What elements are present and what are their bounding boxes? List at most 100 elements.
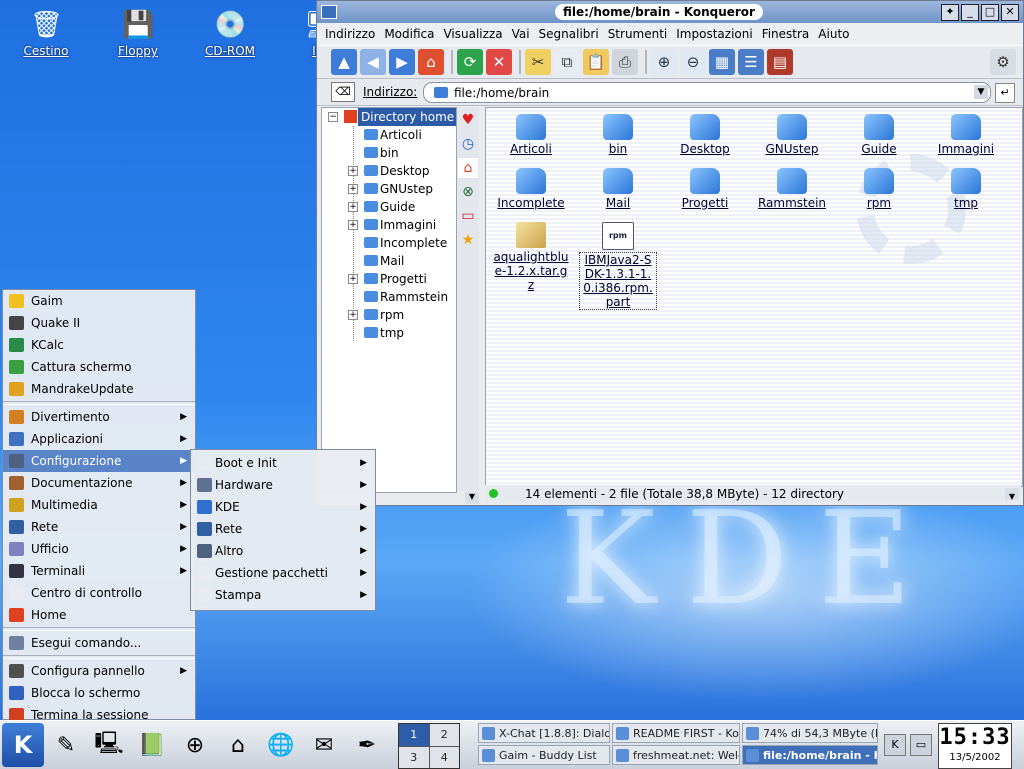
file-item[interactable]: Immagini <box>923 112 1009 156</box>
tree-item[interactable]: Articoli <box>322 126 456 144</box>
expand-icon[interactable]: + <box>348 184 358 194</box>
icon-view-button[interactable]: ▦ <box>709 49 735 75</box>
tray-icon[interactable]: K <box>884 734 906 756</box>
tree-item[interactable]: + Immagini <box>322 216 456 234</box>
tree-item[interactable]: + Progetti <box>322 270 456 288</box>
submenu-item[interactable]: Altro ▶ <box>191 540 375 562</box>
tree-item[interactable]: + rpm <box>322 306 456 324</box>
launcher-icon[interactable]: 🌐 <box>263 727 299 763</box>
list-view-button[interactable]: ☰ <box>738 49 764 75</box>
minimize-button[interactable]: _ <box>961 4 979 21</box>
k-menu-button[interactable]: K <box>2 723 44 767</box>
expand-icon[interactable]: + <box>348 202 358 212</box>
launcher-icon[interactable]: ✉ <box>306 727 342 763</box>
k-menu-item[interactable]: Configurazione ▶ <box>3 450 195 472</box>
taskbar-task[interactable]: 74% di 54,3 MByte (E <box>742 723 878 743</box>
tree-item[interactable]: Mail <box>322 252 456 270</box>
address-input[interactable]: file:/home/brain ▼ <box>423 82 991 103</box>
desktop-icon[interactable]: 🗑 Cestino <box>6 6 86 58</box>
tree-item[interactable]: + Desktop <box>322 162 456 180</box>
submenu-item[interactable]: KDE ▶ <box>191 496 375 518</box>
k-menu-item[interactable]: KCalc <box>3 334 195 356</box>
tree-item[interactable]: Incomplete <box>322 234 456 252</box>
file-item[interactable]: Progetti <box>662 166 748 210</box>
menu-item[interactable]: Impostazioni <box>676 27 752 41</box>
taskbar-task[interactable]: Gaim - Buddy List <box>478 745 610 765</box>
file-item[interactable]: tmp <box>923 166 1009 210</box>
clear-location-button[interactable]: ⌫ <box>331 82 355 102</box>
print-button[interactable]: ⎙ <box>612 49 638 75</box>
file-item[interactable]: Articoli <box>488 112 574 156</box>
taskbar-task[interactable]: X-Chat [1.8.8]: Dialog <box>478 723 610 743</box>
bookmarks-heart-icon[interactable]: ♥ <box>458 110 478 130</box>
launcher-icon[interactable]: ✎ <box>48 727 84 763</box>
tree-item[interactable]: Rammstein <box>322 288 456 306</box>
expand-icon[interactable]: + <box>348 310 358 320</box>
tray-icon[interactable]: ▭ <box>910 734 932 756</box>
k-menu-item[interactable]: Applicazioni ▶ <box>3 428 195 450</box>
taskbar-task[interactable]: file:/home/brain - Ko <box>742 745 878 765</box>
submenu-item[interactable]: Stampa ▶ <box>191 584 375 606</box>
maximize-button[interactable]: □ <box>981 4 999 21</box>
title-bar[interactable]: file:/home/brain - Konqueror ✦ _ □ ✕ <box>317 1 1023 23</box>
desktop-icon[interactable]: 💿 CD-ROM <box>190 6 270 58</box>
menu-item[interactable]: Vai <box>512 27 530 41</box>
k-menu-item[interactable]: Cattura schermo <box>3 356 195 378</box>
stop-button[interactable]: ✕ <box>486 49 512 75</box>
sticky-button[interactable]: ✦ <box>941 4 959 21</box>
back-button[interactable]: ◀ <box>360 49 386 75</box>
k-menu-item[interactable]: Gaim <box>3 290 195 312</box>
network-icon[interactable]: ⊗ <box>458 182 478 202</box>
copy-button[interactable]: ⧉ <box>554 49 580 75</box>
k-menu-item[interactable]: Terminali ▶ <box>3 560 195 582</box>
launcher-icon[interactable]: ⊕ <box>177 727 213 763</box>
file-item[interactable]: Desktop <box>662 112 748 156</box>
file-item[interactable]: Mail <box>575 166 661 210</box>
home-icon[interactable]: ⌂ <box>458 158 478 178</box>
launcher-icon[interactable]: 🖳 <box>91 727 127 763</box>
pager-desktop[interactable]: 2 <box>429 724 459 746</box>
clock[interactable]: 15:33 13/5/2002 <box>938 723 1012 769</box>
k-menu-item[interactable]: Home <box>3 604 195 626</box>
pager-desktop[interactable]: 4 <box>429 746 459 768</box>
tree-item[interactable]: bin <box>322 144 456 162</box>
file-item[interactable]: Guide <box>836 112 922 156</box>
file-item[interactable]: Rammstein <box>749 166 835 210</box>
file-item[interactable]: rpm <box>836 166 922 210</box>
expand-icon[interactable]: + <box>348 274 358 284</box>
expand-icon[interactable]: + <box>348 220 358 230</box>
submenu-item[interactable]: Boot e Init ▶ <box>191 452 375 474</box>
view-scroll-down[interactable]: ▼ <box>1005 488 1019 501</box>
k-menu-item[interactable]: Quake II <box>3 312 195 334</box>
file-item[interactable]: GNUstep <box>749 112 835 156</box>
cut-button[interactable]: ✂ <box>525 49 551 75</box>
menu-item[interactable]: Visualizza <box>443 27 502 41</box>
menu-item[interactable]: Aiuto <box>818 27 849 41</box>
home-button[interactable]: ⌂ <box>418 49 444 75</box>
tree-root[interactable]: − Directory home <box>322 108 456 126</box>
gear-icon[interactable]: ⚙ <box>990 49 1016 75</box>
file-item[interactable]: aqualightblue-1.2.x.tar.gz <box>488 220 574 292</box>
k-menu-item[interactable]: Configura pannello ▶ <box>3 660 195 682</box>
file-item[interactable]: rpm IBMJava2-SDK-1.3.1-1.0.i386.rpm.part <box>575 220 661 310</box>
submenu-item[interactable]: Rete ▶ <box>191 518 375 540</box>
zoom-in-icon[interactable]: ⊕ <box>651 49 677 75</box>
menu-item[interactable]: Strumenti <box>608 27 668 41</box>
tree-item[interactable]: + GNUstep <box>322 180 456 198</box>
konqueror-window[interactable]: file:/home/brain - Konqueror ✦ _ □ ✕ Ind… <box>316 0 1024 506</box>
menu-item[interactable]: Modifica <box>384 27 434 41</box>
up-button[interactable]: ▲ <box>331 49 357 75</box>
launcher-icon[interactable]: ⌂ <box>220 727 256 763</box>
k-menu-item[interactable]: Esegui comando... <box>3 632 195 654</box>
forward-button[interactable]: ▶ <box>389 49 415 75</box>
tree-item[interactable]: tmp <box>322 324 456 342</box>
taskbar-task[interactable]: freshmeat.net: Welcom <box>612 745 740 765</box>
k-menu-item[interactable]: Centro di controllo <box>3 582 195 604</box>
launcher-icon[interactable]: ✒ <box>349 727 385 763</box>
collapse-icon[interactable]: − <box>328 112 338 122</box>
pager-desktop[interactable]: 3 <box>399 746 429 768</box>
k-menu-item[interactable]: Blocca lo schermo <box>3 682 195 704</box>
close-button[interactable]: ✕ <box>1001 4 1019 21</box>
k-menu-item[interactable]: Documentazione ▶ <box>3 472 195 494</box>
file-item[interactable]: bin <box>575 112 661 156</box>
